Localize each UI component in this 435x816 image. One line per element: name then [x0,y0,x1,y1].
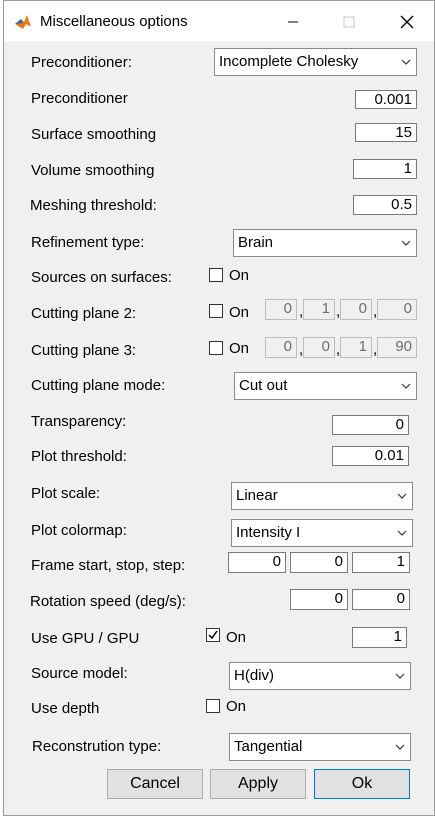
cutting-plane-2-checkbox[interactable] [209,304,223,318]
plot-colormap-value: Intensity I [236,524,301,541]
ok-button[interactable]: Ok [314,769,410,799]
use-depth-checkbox[interactable] [206,699,220,713]
apply-button[interactable]: Apply [210,769,306,799]
cancel-button[interactable]: Cancel [107,769,203,799]
plot-scale-value: Linear [236,487,278,504]
title-bar: Miscellaneous options [4,1,434,41]
chevron-down-icon [401,240,411,246]
plot-threshold-field[interactable]: 0.01 [332,446,409,466]
maximize-icon [343,16,355,28]
plot-scale-select[interactable]: Linear [231,482,413,510]
chevron-down-icon [401,59,411,65]
preconditioner-value-field[interactable]: 0.001 [355,90,417,109]
cutting-plane-mode-label: Cutting plane mode: [31,377,166,394]
source-model-label: Source model: [31,665,128,682]
use-gpu-on-label: On [226,629,247,646]
chevron-down-icon [397,493,407,499]
cutting-plane-mode-select[interactable]: Cut out [234,372,417,400]
surface-smoothing-label: Surface smoothing [31,126,157,143]
window-title: Miscellaneous options [40,13,188,30]
frame-start-field[interactable]: 0 [228,552,286,573]
sources-on-surfaces-label: Sources on surfaces: [31,269,172,286]
cutting-plane-mode-value: Cut out [239,377,288,394]
source-model-value: H(div) [234,667,274,684]
meshing-threshold-field[interactable]: 0.5 [353,195,417,215]
plot-scale-label: Plot scale: [31,485,101,502]
cutting-plane-2-field-2[interactable]: 1 [303,299,335,320]
chevron-down-icon [395,744,405,750]
cutting-plane-3-checkbox[interactable] [209,341,223,355]
reconstruction-type-value: Tangential [234,738,303,755]
meshing-threshold-label: Meshing threshold: [30,197,157,214]
sources-on-surfaces-checkbox[interactable] [209,268,223,282]
volume-smoothing-field[interactable]: 1 [353,159,417,179]
source-model-select[interactable]: H(div) [229,662,411,690]
sources-on-surfaces-on-label: On [229,267,250,284]
cutting-plane-2-label: Cutting plane 2: [31,305,137,322]
close-button[interactable] [392,7,422,37]
refinement-type-select[interactable]: Brain [233,229,417,257]
cutting-plane-3-label: Cutting plane 3: [31,342,137,359]
cutting-plane-3-field-3[interactable]: 1 [340,337,372,358]
transparency-label: Transparency: [31,413,127,430]
cutting-plane-2-field-3[interactable]: 0 [340,299,372,320]
rotation-speed-field-2[interactable]: 0 [352,589,410,610]
rotation-speed-label: Rotation speed (deg/s): [30,593,186,610]
rotation-speed-field-1[interactable]: 0 [290,589,348,610]
frame-step-field[interactable]: 1 [352,552,410,573]
chevron-down-icon [397,530,407,536]
maximize-button[interactable] [334,7,364,37]
cutting-plane-3-field-2[interactable]: 0 [303,337,335,358]
plot-colormap-label: Plot colormap: [31,522,127,539]
use-gpu-checkbox[interactable] [206,628,220,642]
frame-label: Frame start, stop, step: [31,557,186,574]
minimize-button[interactable] [278,7,308,37]
plot-colormap-select[interactable]: Intensity I [231,519,413,547]
use-depth-on-label: On [226,698,247,715]
cutting-plane-3-field-1[interactable]: 0 [265,337,297,358]
use-gpu-label: Use GPU / GPU [31,630,140,647]
plot-threshold-label: Plot threshold: [31,448,127,465]
close-icon [400,15,414,29]
preconditioner-label: Preconditioner: [31,54,132,71]
transparency-field[interactable]: 0 [332,415,409,435]
cutting-plane-2-field-1[interactable]: 0 [265,299,297,320]
volume-smoothing-label: Volume smoothing [31,162,155,179]
reconstruction-type-label: Reconstrution type: [32,738,162,755]
use-gpu-field[interactable]: 1 [352,627,407,648]
cutting-plane-2-on-label: On [229,304,250,321]
minimize-icon [288,21,298,23]
cutting-plane-3-on-label: On [229,340,250,357]
surface-smoothing-field[interactable]: 15 [355,123,417,142]
use-depth-label: Use depth [31,700,100,717]
frame-stop-field[interactable]: 0 [290,552,348,573]
cutting-plane-2-field-4[interactable]: 0 [377,299,417,320]
cutting-plane-3-field-4[interactable]: 90 [377,337,417,358]
preconditioner-value-label: Preconditioner [31,90,128,107]
refinement-type-label: Refinement type: [31,234,145,251]
preconditioner-select[interactable]: Incomplete Cholesky [214,48,417,76]
dialog-window: Miscellaneous options Preconditioner: In… [3,0,435,816]
chevron-down-icon [401,383,411,389]
reconstruction-type-select[interactable]: Tangential [229,733,411,761]
preconditioner-select-value: Incomplete Cholesky [219,53,359,70]
checkmark-icon [208,630,218,640]
matlab-icon [15,15,31,29]
chevron-down-icon [395,673,405,679]
refinement-type-value: Brain [238,234,274,251]
